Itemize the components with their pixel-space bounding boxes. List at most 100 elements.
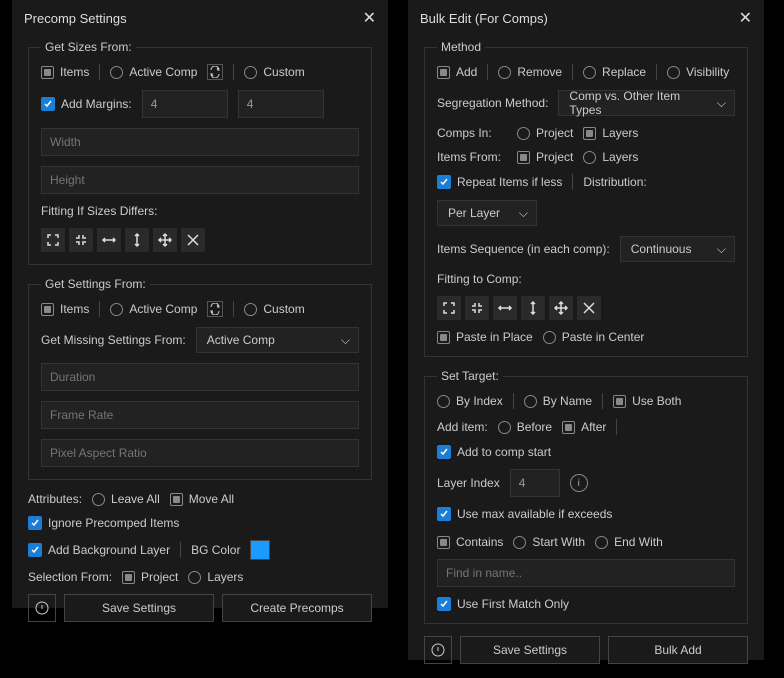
radio-use-both[interactable]: Use Both xyxy=(613,394,681,408)
separator xyxy=(99,64,100,80)
height-input[interactable] xyxy=(41,166,359,194)
fit-contract-icon[interactable] xyxy=(69,228,93,252)
save-settings-button[interactable]: Save Settings xyxy=(460,636,600,664)
check-repeat[interactable]: Repeat Items if less xyxy=(437,175,562,189)
check-add-to-start[interactable]: Add to comp start xyxy=(437,445,551,459)
segregation-label: Segregation Method: xyxy=(437,96,548,110)
attributes-label: Attributes: xyxy=(28,492,82,506)
fit-horizontal-icon[interactable] xyxy=(493,296,517,320)
radio-layers[interactable]: Layers xyxy=(188,570,243,584)
radio-comps-layers[interactable]: Layers xyxy=(583,126,638,140)
layer-index-label: Layer Index xyxy=(437,476,500,490)
group-legend: Method xyxy=(437,40,485,54)
group-legend: Set Target: xyxy=(437,369,503,383)
radio-after[interactable]: After xyxy=(562,420,606,434)
set-target-group: Set Target: By Index By Name Use Both Ad… xyxy=(424,369,748,624)
bulk-add-button[interactable]: Bulk Add xyxy=(608,636,748,664)
fit-vertical-icon[interactable] xyxy=(125,228,149,252)
fit-expand-icon[interactable] xyxy=(437,296,461,320)
chevron-down-icon: ⌵ xyxy=(341,333,350,348)
radio-paste-center[interactable]: Paste in Center xyxy=(543,330,645,344)
radio-project[interactable]: Project xyxy=(122,570,178,584)
radio-start-with[interactable]: Start With xyxy=(513,535,585,549)
chevron-down-icon: ⌵ xyxy=(519,206,528,221)
chevron-down-icon: ⌵ xyxy=(717,242,726,257)
check-add-margins[interactable]: Add Margins: xyxy=(41,97,132,111)
duration-input[interactable] xyxy=(41,363,359,391)
close-icon[interactable]: ✕ xyxy=(363,8,376,28)
radio-active-comp[interactable]: Active Comp xyxy=(110,65,197,79)
bg-color-swatch[interactable] xyxy=(250,540,270,560)
radio-items-layers[interactable]: Layers xyxy=(583,150,638,164)
check-ignore-precomped[interactable]: Ignore Precomped Items xyxy=(28,516,179,530)
check-first-match[interactable]: Use First Match Only xyxy=(437,597,569,611)
width-input[interactable] xyxy=(41,128,359,156)
find-name-input[interactable] xyxy=(437,559,735,587)
fit-vertical-icon[interactable] xyxy=(521,296,545,320)
sequence-select[interactable]: Continuous⌵ xyxy=(620,236,735,262)
fitting-icon-row xyxy=(41,228,359,252)
radio-custom[interactable]: Custom xyxy=(244,65,304,79)
warning-icon-button[interactable] xyxy=(28,594,56,622)
missing-label: Get Missing Settings From: xyxy=(41,333,186,347)
radio-active-comp[interactable]: Active Comp xyxy=(110,302,197,316)
titlebar: Precomp Settings ✕ xyxy=(12,0,388,34)
radio-visibility[interactable]: Visibility xyxy=(667,65,729,79)
fit-contract-icon[interactable] xyxy=(465,296,489,320)
add-item-label: Add item: xyxy=(437,420,488,434)
radio-end-with[interactable]: End With xyxy=(595,535,663,549)
fit-horizontal-icon[interactable] xyxy=(97,228,121,252)
sequence-label: Items Sequence (in each comp): xyxy=(437,242,610,256)
segregation-select[interactable]: Comp vs. Other Item Types⌵ xyxy=(558,90,735,116)
bg-color-label: BG Color xyxy=(191,543,240,557)
warning-icon-button[interactable] xyxy=(424,636,452,664)
radio-custom[interactable]: Custom xyxy=(244,302,304,316)
fit-none-icon[interactable] xyxy=(181,228,205,252)
layer-index-input[interactable] xyxy=(510,469,560,497)
par-input[interactable] xyxy=(41,439,359,467)
separator xyxy=(233,64,234,80)
radio-items[interactable]: Items xyxy=(41,65,89,79)
radio-replace[interactable]: Replace xyxy=(583,65,646,79)
framerate-input[interactable] xyxy=(41,401,359,429)
radio-before[interactable]: Before xyxy=(498,420,552,434)
create-precomps-button[interactable]: Create Precomps xyxy=(222,594,372,622)
chevron-down-icon: ⌵ xyxy=(717,96,726,111)
check-add-bg[interactable]: Add Background Layer xyxy=(28,543,170,557)
window-title: Bulk Edit (For Comps) xyxy=(420,11,548,26)
radio-paste-place[interactable]: Paste in Place xyxy=(437,330,533,344)
margin-x-input[interactable] xyxy=(142,90,228,118)
check-use-max[interactable]: Use max available if exceeds xyxy=(437,507,612,521)
precomp-settings-panel: Precomp Settings ✕ Get Sizes From: Items… xyxy=(12,0,388,608)
radio-comps-project[interactable]: Project xyxy=(517,126,573,140)
bulk-edit-panel: Bulk Edit (For Comps) ✕ Method Add Remov… xyxy=(408,0,764,660)
selection-from-label: Selection From: xyxy=(28,570,112,584)
refresh-icon[interactable] xyxy=(207,301,223,317)
fit-both-icon[interactable] xyxy=(153,228,177,252)
radio-contains[interactable]: Contains xyxy=(437,535,503,549)
info-icon[interactable]: i xyxy=(570,474,588,492)
distribution-label: Distribution: xyxy=(583,175,646,189)
radio-items[interactable]: Items xyxy=(41,302,89,316)
fitting-label: Fitting If Sizes Differs: xyxy=(41,204,157,218)
method-group: Method Add Remove Replace Visibility Seg… xyxy=(424,40,748,357)
save-settings-button[interactable]: Save Settings xyxy=(64,594,214,622)
radio-by-index[interactable]: By Index xyxy=(437,394,503,408)
radio-items-project[interactable]: Project xyxy=(517,150,573,164)
radio-remove[interactable]: Remove xyxy=(498,65,562,79)
fit-both-icon[interactable] xyxy=(549,296,573,320)
fit-none-icon[interactable] xyxy=(577,296,601,320)
titlebar: Bulk Edit (For Comps) ✕ xyxy=(408,0,764,34)
radio-by-name[interactable]: By Name xyxy=(524,394,592,408)
window-title: Precomp Settings xyxy=(24,11,127,26)
radio-leave-all[interactable]: Leave All xyxy=(92,492,160,506)
distribution-select[interactable]: Per Layer⌵ xyxy=(437,200,537,226)
margin-y-input[interactable] xyxy=(238,90,324,118)
radio-add[interactable]: Add xyxy=(437,65,477,79)
close-icon[interactable]: ✕ xyxy=(739,8,752,28)
radio-move-all[interactable]: Move All xyxy=(170,492,234,506)
missing-select[interactable]: Active Comp⌵ xyxy=(196,327,359,353)
refresh-icon[interactable] xyxy=(207,64,223,80)
fit-expand-icon[interactable] xyxy=(41,228,65,252)
get-settings-from-group: Get Settings From: Items Active Comp Cus… xyxy=(28,277,372,480)
